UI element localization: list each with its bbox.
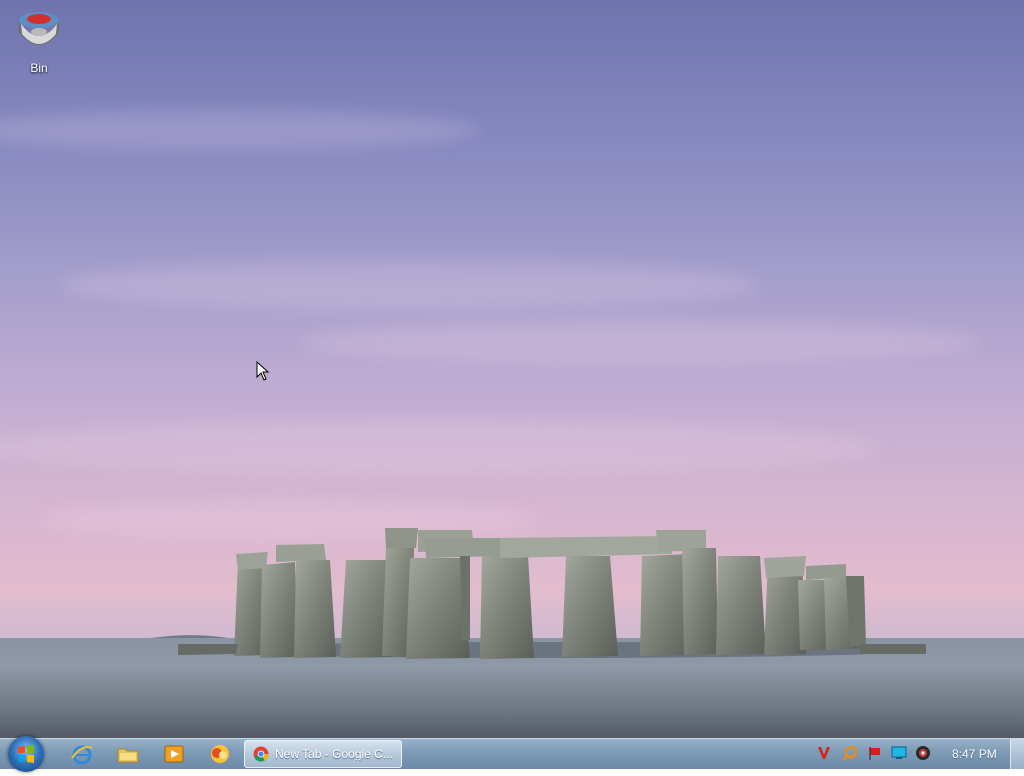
internet-explorer-icon <box>71 745 93 765</box>
windows-explorer-folder-icon <box>117 748 139 763</box>
network-monitor-icon[interactable] <box>891 745 907 761</box>
antivirus-v-icon[interactable] <box>816 745 832 761</box>
cloud <box>0 420 880 475</box>
stonehenge-image <box>178 528 926 659</box>
google-chrome-icon <box>253 746 269 762</box>
pinned-media-player[interactable] <box>162 742 186 766</box>
start-button[interactable] <box>8 736 44 772</box>
volume-icon[interactable] <box>915 745 931 761</box>
media-player-icon <box>164 745 184 763</box>
pinned-internet-explorer[interactable] <box>70 742 94 766</box>
taskbar: New Tab - Google C... 8:47 PM <box>0 736 1024 772</box>
pinned-app[interactable] <box>208 742 232 766</box>
taskbar-clock[interactable]: 8:47 PM <box>952 747 997 761</box>
desktop-icon-label: Bin <box>30 61 48 75</box>
cloud <box>60 260 760 310</box>
pinned-windows-explorer[interactable] <box>116 742 140 766</box>
cloud <box>300 320 980 365</box>
recycle-bin-icon <box>19 12 59 45</box>
mouse-cursor-icon <box>256 361 270 381</box>
windows-start-orb-icon <box>18 745 34 763</box>
taskbar-window-title: New Tab - Google C... <box>275 747 393 761</box>
app-icon <box>211 745 229 763</box>
taskbar-window-chrome[interactable]: New Tab - Google C... <box>244 740 402 768</box>
desktop-wallpaper: Bin <box>0 0 1024 738</box>
show-desktop-button[interactable] <box>1010 739 1024 769</box>
recycle-bin-shortcut[interactable]: Bin <box>12 6 66 75</box>
search-magnifier-icon[interactable] <box>842 745 858 761</box>
cloud <box>0 110 480 150</box>
action-center-flag-icon[interactable] <box>867 745 883 761</box>
